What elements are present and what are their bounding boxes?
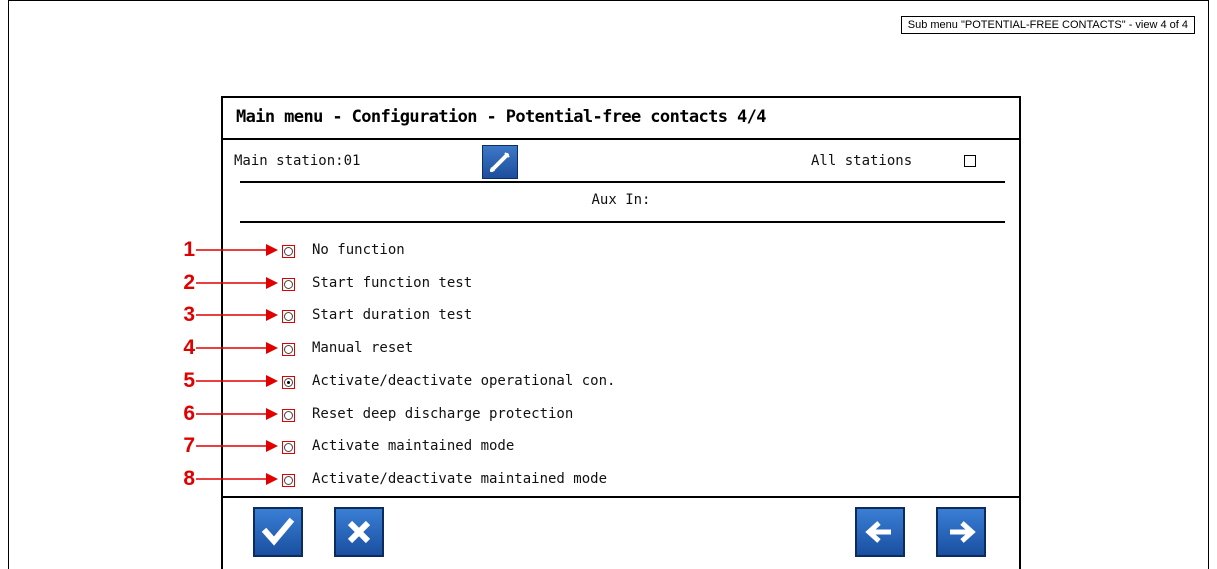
confirm-button[interactable]	[253, 507, 303, 557]
option-label: Start function test	[312, 274, 473, 291]
main-station-row: Main station:01	[234, 153, 360, 169]
callout-number: 4	[183, 336, 195, 360]
callout-arrow-icon	[196, 342, 278, 355]
callout-arrow-icon	[196, 276, 278, 289]
option-row[interactable]: Manual reset	[223, 340, 823, 362]
main-station-label: Main station:	[234, 153, 344, 169]
option-row[interactable]: Activate maintained mode	[223, 438, 823, 460]
title-bar: Main menu - Configuration - Potential-fr…	[223, 98, 1019, 140]
callout: 8	[0, 466, 290, 492]
cancel-button[interactable]	[334, 507, 384, 557]
callout-number: 6	[183, 401, 195, 425]
callout: 7	[0, 435, 290, 459]
callout: 2	[0, 270, 290, 296]
divider	[223, 496, 1019, 498]
divider	[240, 221, 1005, 223]
option-label: Activate/deactivate maintained mode	[312, 470, 608, 487]
callout-arrow-icon	[196, 374, 278, 387]
device-screen: Main menu - Configuration - Potential-fr…	[221, 96, 1021, 569]
edit-button[interactable]	[482, 145, 518, 179]
callout-arrow-icon	[196, 309, 278, 322]
x-icon	[347, 520, 371, 544]
arrow-right-icon	[950, 521, 976, 543]
section-label: Aux In:	[591, 192, 651, 208]
all-stations-checkbox[interactable]	[964, 155, 976, 167]
option-row[interactable]: Start duration test	[223, 307, 823, 329]
callout-arrow-icon	[196, 407, 278, 420]
arrow-left-icon	[865, 521, 891, 543]
divider	[240, 181, 1005, 183]
callout-number: 5	[183, 368, 195, 392]
callout: 6	[0, 401, 290, 427]
callout-number: 2	[183, 270, 195, 294]
option-label: Start duration test	[312, 307, 473, 324]
option-row[interactable]: Reset deep discharge protection	[223, 406, 823, 428]
all-stations-label: All stations	[811, 153, 913, 169]
callout: 5	[0, 368, 290, 394]
page-title: Main menu - Configuration - Potential-fr…	[236, 107, 767, 127]
option-row[interactable]: Start function test	[223, 275, 823, 297]
option-label: No function	[312, 242, 405, 258]
callout-arrow-icon	[196, 472, 278, 485]
option-label: Activate maintained mode	[312, 438, 515, 455]
callout-number: 7	[183, 434, 195, 458]
pencil-icon	[490, 152, 510, 172]
checkmark-icon	[261, 517, 295, 546]
callout: 1	[0, 239, 290, 263]
option-row[interactable]: Activate/deactivate maintained mode	[223, 471, 823, 493]
main-station-value: 01	[343, 153, 361, 169]
callout-arrow-icon	[196, 440, 278, 453]
callout-number: 1	[183, 238, 195, 261]
callout-number: 8	[183, 466, 195, 490]
next-button[interactable]	[936, 507, 986, 557]
option-label: Manual reset	[312, 340, 414, 357]
callout-number: 3	[183, 303, 195, 327]
option-row[interactable]: No function	[223, 242, 823, 264]
callout: 3	[0, 304, 290, 328]
previous-button[interactable]	[855, 507, 905, 557]
view-caption: Sub menu "POTENTIAL-FREE CONTACTS" - vie…	[900, 16, 1195, 34]
option-label: Activate/deactivate operational con.	[312, 372, 616, 389]
option-label: Reset deep discharge protection	[312, 405, 574, 422]
option-row[interactable]: Activate/deactivate operational con.	[223, 373, 823, 395]
callout: 4	[0, 337, 290, 361]
callout-arrow-icon	[196, 244, 278, 256]
